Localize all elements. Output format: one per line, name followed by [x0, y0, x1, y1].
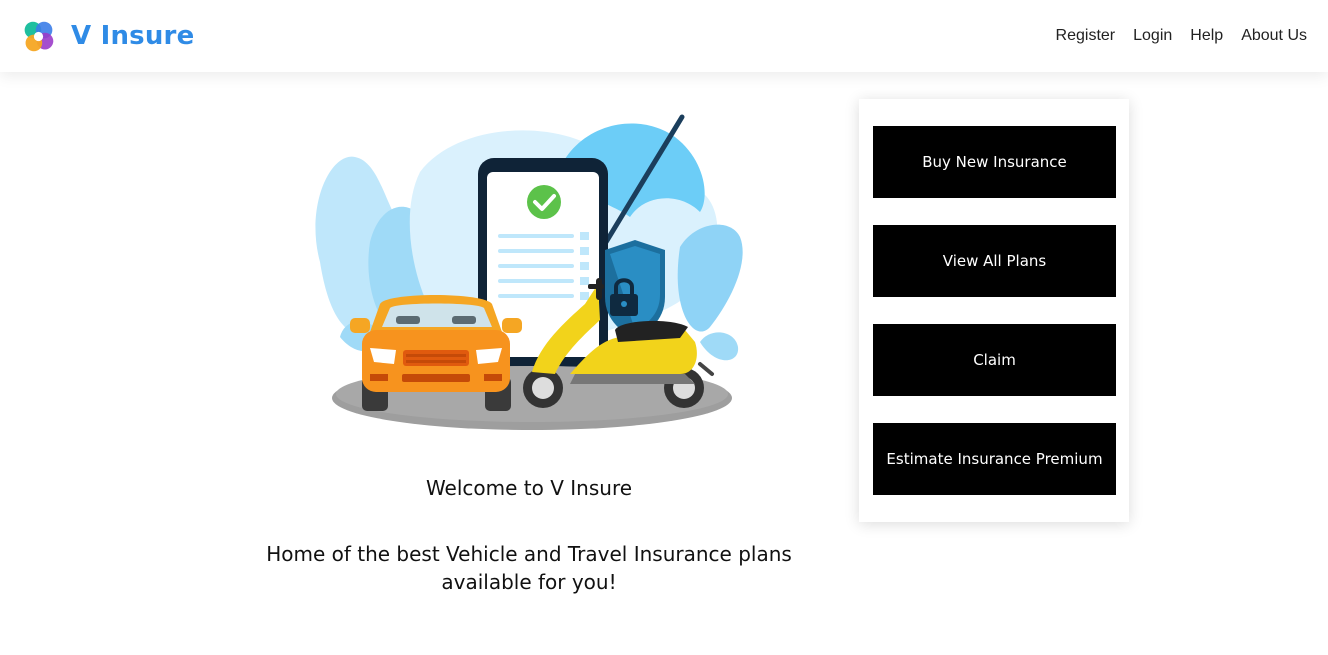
- nav-register-link[interactable]: Register: [1056, 27, 1116, 45]
- estimate-premium-button[interactable]: Estimate Insurance Premium: [873, 423, 1116, 495]
- brand-home-link[interactable]: V Insure: [20, 18, 194, 55]
- swirl-logo-icon: [24, 21, 54, 51]
- nav-help-link[interactable]: Help: [1190, 27, 1223, 45]
- nav-links: Register Login Help About Us: [1056, 27, 1307, 45]
- buy-new-insurance-button[interactable]: Buy New Insurance: [873, 126, 1116, 198]
- actions-panel: Buy New Insurance View All Plans Claim E…: [859, 99, 1129, 522]
- view-all-plans-button[interactable]: View All Plans: [873, 225, 1116, 297]
- welcome-heading: Welcome to V Insure: [425, 476, 633, 500]
- nav-login-link[interactable]: Login: [1133, 27, 1172, 45]
- tagline-text: Home of the best Vehicle and Travel Insu…: [266, 542, 792, 594]
- top-navbar: V Insure Register Login Help About Us: [0, 0, 1328, 72]
- claim-button[interactable]: Claim: [873, 324, 1116, 396]
- brand-name: V Insure: [71, 21, 195, 51]
- nav-about-link[interactable]: About Us: [1241, 27, 1307, 45]
- vehicle-insurance-illustration: [315, 114, 743, 430]
